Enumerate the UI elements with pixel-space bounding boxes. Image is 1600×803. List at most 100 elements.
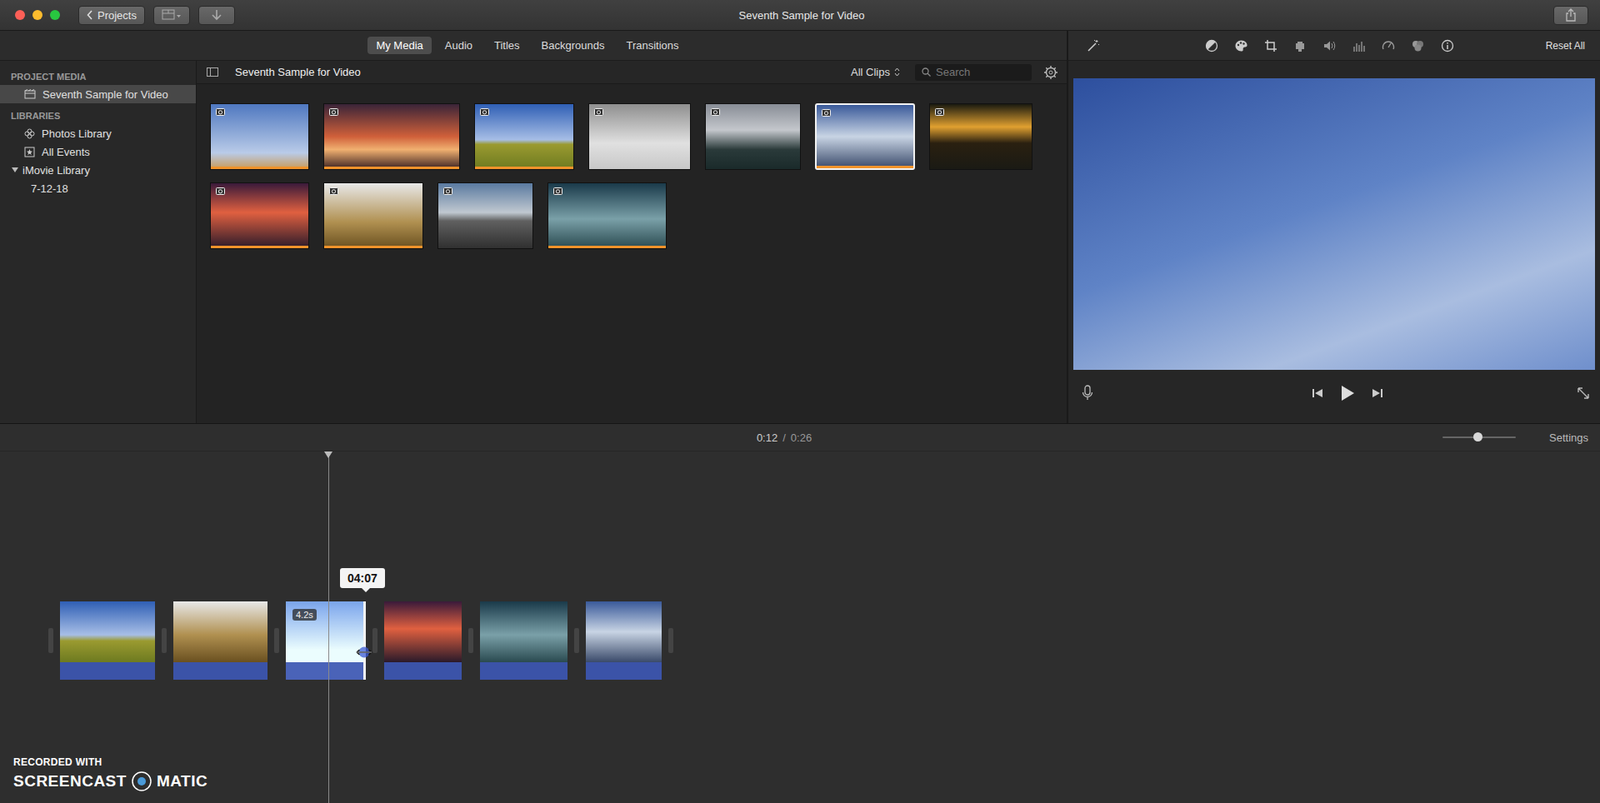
disclosure-triangle-icon[interactable]	[10, 165, 20, 175]
used-indicator	[324, 245, 423, 249]
viewer: Reset All	[1068, 30, 1600, 424]
zoom-slider[interactable]	[1442, 431, 1516, 444]
media-pane: My Media AudioTitlesBackgroundsTransition…	[0, 30, 1069, 424]
timeline-clip[interactable]	[585, 601, 662, 680]
layout-button[interactable]	[153, 5, 190, 25]
used-indicator	[475, 166, 574, 170]
search-icon	[921, 67, 931, 77]
timeline-clip[interactable]	[173, 601, 268, 680]
close-button[interactable]	[15, 10, 25, 20]
media-clip[interactable]	[323, 103, 460, 170]
camera-icon	[594, 108, 604, 116]
film-icon	[24, 89, 36, 100]
fullscreen-icon[interactable]	[1576, 386, 1590, 400]
gear-icon[interactable]	[1043, 65, 1059, 80]
color-balance-icon[interactable]	[1205, 39, 1219, 53]
download-arrow-icon	[210, 9, 223, 21]
playhead[interactable]	[328, 451, 330, 803]
timeline-clip[interactable]	[60, 601, 155, 680]
transition-marker[interactable]	[274, 628, 280, 654]
skip-back-icon[interactable]	[1311, 387, 1324, 400]
zoom-button[interactable]	[50, 10, 60, 20]
timeline-header: 0:12/0:26Settings	[0, 424, 1600, 452]
viewer-frame	[1073, 78, 1595, 370]
media-clip[interactable]	[210, 103, 310, 170]
title-bar: Projects Seventh Sample for Video	[0, 0, 1600, 31]
microphone-icon[interactable]	[1081, 385, 1094, 402]
sidebar-item[interactable]: 7-12-18	[0, 179, 196, 198]
media-tab[interactable]: Backgrounds	[533, 36, 614, 55]
info-icon[interactable]	[1440, 39, 1455, 53]
media-clip[interactable]	[323, 182, 424, 250]
skip-forward-icon[interactable]	[1371, 387, 1384, 400]
share-button[interactable]	[1553, 5, 1589, 25]
transition-marker[interactable]	[48, 628, 54, 654]
trim-handle[interactable]: 04:07	[363, 601, 366, 680]
volume-icon[interactable]	[1322, 39, 1337, 53]
media-clip[interactable]	[588, 103, 691, 170]
timeline-clip[interactable]: 4.2s04:07	[285, 601, 366, 680]
crop-icon[interactable]	[1264, 39, 1278, 53]
sidebar-section: LIBRARIESPhotos LibraryAll EventsiMovie …	[0, 108, 196, 198]
search-field[interactable]	[915, 64, 1032, 81]
camera-icon	[329, 108, 339, 116]
media-tab[interactable]: Transitions	[617, 36, 687, 55]
window-controls	[15, 10, 60, 20]
settings-button[interactable]: Settings	[1549, 430, 1589, 446]
media-tabs: My Media AudioTitlesBackgroundsTransition…	[0, 30, 1067, 61]
media-clip[interactable]	[210, 182, 310, 250]
updown-arrows-icon	[894, 67, 900, 77]
media-tab[interactable]: My Media	[367, 36, 431, 55]
share-icon	[1565, 8, 1577, 22]
sidebar-item[interactable]: Seventh Sample for Video	[0, 85, 196, 104]
reset-all-button[interactable]: Reset All	[1542, 38, 1589, 54]
minimize-button[interactable]	[32, 10, 43, 20]
import-button[interactable]	[198, 5, 235, 25]
media-clip[interactable]	[474, 103, 575, 170]
search-input[interactable]	[935, 65, 1025, 79]
color-palette-icon[interactable]	[1234, 39, 1249, 53]
transition-marker[interactable]	[372, 628, 378, 654]
transition-marker[interactable]	[468, 628, 474, 654]
camera-icon	[821, 109, 831, 117]
zoom-slider-thumb[interactable]	[1473, 432, 1483, 442]
equalizer-icon[interactable]	[1352, 39, 1366, 53]
sidebar-item[interactable]: Photos Library	[0, 124, 196, 143]
clip-grid	[196, 84, 1074, 269]
clip-filter[interactable]: All Clips	[845, 65, 905, 80]
media-browser: Seventh Sample for VideoAll Clips	[196, 60, 1067, 424]
sidebar-item[interactable]: All Events	[0, 142, 196, 161]
sidebar-item[interactable]: iMovie Library	[0, 160, 196, 180]
clip-filter-icon[interactable]	[1410, 39, 1425, 53]
stabilization-camera-icon[interactable]	[1293, 39, 1307, 53]
media-clip[interactable]	[815, 103, 915, 170]
sidebar-toggle-icon[interactable]	[206, 67, 219, 77]
layout-icon	[161, 9, 182, 21]
clip-track: 4.2s04:07	[0, 451, 1600, 680]
media-clip[interactable]	[437, 182, 534, 250]
speed-icon[interactable]	[1381, 39, 1395, 53]
transition-marker[interactable]	[574, 628, 580, 654]
media-clip[interactable]	[547, 182, 667, 250]
timeline-clip[interactable]	[384, 601, 462, 680]
used-indicator	[324, 166, 460, 170]
events-star-icon	[24, 146, 35, 158]
transition-marker[interactable]	[161, 628, 167, 654]
camera-icon	[935, 108, 945, 116]
media-clip[interactable]	[705, 103, 801, 170]
timeline-clip[interactable]	[480, 601, 568, 680]
media-tab[interactable]: Titles	[485, 36, 529, 55]
media-clip[interactable]	[929, 103, 1033, 170]
duration-tooltip: 04:07	[340, 568, 385, 589]
play-icon[interactable]	[1340, 385, 1355, 402]
camera-icon	[215, 108, 225, 116]
photos-icon	[24, 128, 35, 140]
used-indicator	[210, 166, 309, 170]
used-indicator	[210, 245, 309, 249]
magic-wand-icon[interactable]	[1086, 39, 1100, 53]
transition-marker[interactable]	[668, 628, 674, 654]
media-tab[interactable]: Audio	[436, 36, 481, 55]
camera-icon	[329, 187, 339, 195]
projects-button[interactable]: Projects	[78, 5, 145, 25]
window-title: Seventh Sample for Video	[739, 9, 865, 22]
